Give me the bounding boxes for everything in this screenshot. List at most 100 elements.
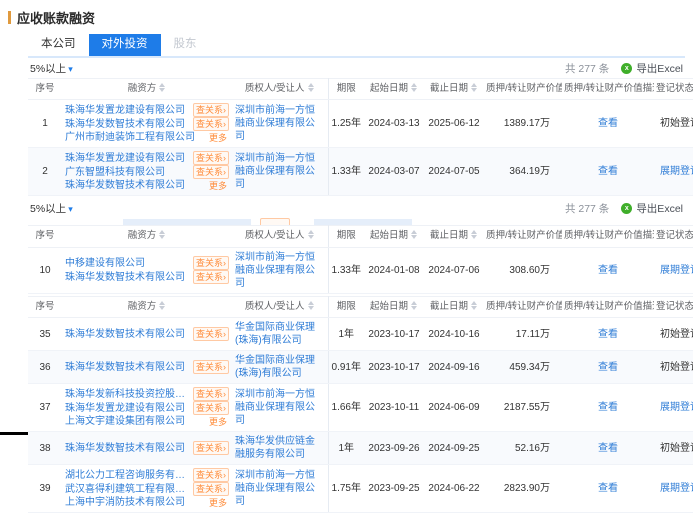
financier-link[interactable]: 珠海华发数智技术有限公司 [65, 118, 185, 131]
pledgee-link[interactable]: 深圳市前海一方恒融商业保理有限公司 [235, 153, 315, 190]
check-relation-tag[interactable]: 查关系› [193, 165, 229, 179]
financier-link[interactable]: 上海文宇建设集团有限公司 [65, 415, 185, 428]
value-cell: 459.34万 [484, 351, 562, 384]
financier-link[interactable]: 珠海华发数智技术有限公司 [65, 179, 185, 192]
check-relation-tag[interactable]: 查关系› [193, 151, 229, 165]
table-section: 序号融资方质权人/受让人期限起始日期截止日期质押/转让财产价值质押/转让财产价值… [28, 296, 685, 513]
financier-link[interactable]: 珠海华发置龙建设有限公司 [65, 402, 185, 415]
sort-icon[interactable] [471, 301, 478, 310]
sort-icon[interactable] [308, 301, 315, 310]
sort-icon[interactable] [159, 230, 166, 239]
financier-link[interactable]: 武汉喜得利建筑工程有限公司 [65, 483, 190, 496]
view-link[interactable]: 查看 [598, 265, 618, 276]
sort-icon[interactable] [411, 230, 418, 239]
table-header-row: 序号融资方质权人/受让人期限起始日期截止日期质押/转让财产价值质押/转让财产价值… [28, 296, 693, 317]
view-link[interactable]: 查看 [598, 483, 618, 494]
view-link[interactable]: 查看 [598, 443, 618, 454]
export-excel-button[interactable]: x导出Excel [621, 61, 683, 76]
value-desc-cell: 查看 [562, 148, 654, 196]
start-date-cell: 2024-03-13 [364, 100, 424, 148]
table-row: 2珠海华发置龙建设有限公司查关系›广东智盟科技有限公司查关系›珠海华发数智技术有… [28, 148, 693, 196]
financier-link[interactable]: 中移建设有限公司 [65, 257, 145, 270]
financiers-cell: 珠海华发置龙建设有限公司查关系› 广东智盟科技有限公司 查关系› 珠海华发数智技术有限… [62, 148, 232, 196]
tab-outbound-investment[interactable]: 对外投资 [89, 34, 161, 56]
financier-link[interactable]: 珠海华发数智技术有限公司 [65, 442, 185, 455]
more-link[interactable]: 更多 [207, 180, 229, 192]
row-seq: 37 [28, 384, 62, 432]
table-row: 10中移建设有限公司查关系›珠海华发数智技术有限公司查关系›深圳市前海一方恒融商… [28, 247, 693, 293]
check-relation-tag[interactable]: 查关系› [193, 360, 229, 374]
value-cell: 364.19万 [484, 148, 562, 196]
financier-link[interactable]: 珠海华发数智技术有限公司 [65, 328, 185, 341]
total-count: 共 277 条 [565, 201, 609, 216]
check-relation-tag[interactable]: 查关系› [193, 256, 229, 270]
check-relation-tag[interactable]: 查关系› [193, 401, 229, 415]
check-relation-tag[interactable]: 查关系› [193, 327, 229, 341]
check-relation-tag[interactable]: 查关系› [193, 468, 229, 482]
sort-icon[interactable] [411, 301, 418, 310]
export-excel-button[interactable]: x导出Excel [621, 201, 683, 216]
check-relation-tag[interactable]: 查关系› [193, 270, 229, 284]
tab-shareholder: 股东 [161, 34, 210, 56]
financier-link[interactable]: 广州市耐迪装饰工程有限公司 [65, 131, 195, 144]
sort-icon[interactable] [471, 83, 478, 92]
term-cell: 1.33年 [328, 148, 364, 196]
financier-line: 珠海华发数智技术有限公司查关系› [65, 441, 229, 455]
pledgee-link[interactable]: 华金国际商业保理(珠海)有限公司 [235, 322, 315, 346]
financier-link[interactable]: 珠海华发数智技术有限公司 [65, 361, 185, 374]
table-row: 1珠海华发置龙建设有限公司查关系›珠海华发数智技术有限公司查关系›广州市耐迪装饰… [28, 100, 693, 148]
pledgee-link[interactable]: 珠海华发供应链金融服务有限公司 [235, 436, 315, 460]
column-header: 质押/转让财产价值 [484, 226, 562, 247]
sort-icon[interactable] [308, 83, 315, 92]
view-link[interactable]: 查看 [598, 362, 618, 373]
financier-line: 珠海华发数智技术有限公司查关系› [65, 117, 229, 131]
value-desc-cell: 查看 [562, 100, 654, 148]
check-relation-tag[interactable]: 查关系› [193, 103, 229, 117]
content-area: 本公司对外投资股东 5%以上▾共 277 条x导出Excel序号融资方质权人/受… [8, 34, 689, 513]
view-link[interactable]: 查看 [598, 329, 618, 340]
pledgee-link[interactable]: 深圳市前海一方恒融商业保理有限公司 [235, 389, 315, 426]
registration-status[interactable]: 展期登记 [660, 265, 693, 276]
more-link[interactable]: 更多 [207, 497, 229, 509]
more-link[interactable]: 更多 [207, 132, 229, 144]
column-header-label: 质押/转让财产价值 [486, 230, 562, 241]
check-relation-tag[interactable]: 查关系› [193, 387, 229, 401]
financier-link[interactable]: 珠海华发新科技投资控股有限公司 [65, 388, 190, 401]
financiers-cell: 湖北公力工程咨询服务有限公司查关系›武汉喜得利建筑工程有限公司查关系› 上海中宇消… [62, 465, 232, 513]
registration-status[interactable]: 展期登记 [660, 483, 693, 494]
tab-company[interactable]: 本公司 [28, 34, 89, 56]
term-cell: 1.25年 [328, 100, 364, 148]
status-cell: 初始登记 [654, 100, 693, 148]
value-cell: 52.16万 [484, 432, 562, 465]
registration-status[interactable]: 展期登记 [660, 402, 693, 413]
financier-link[interactable]: 珠海华发数智技术有限公司 [65, 271, 185, 284]
value-cell: 1389.17万 [484, 100, 562, 148]
view-link[interactable]: 查看 [598, 166, 618, 177]
view-link[interactable]: 查看 [598, 402, 618, 413]
financier-link[interactable]: 广东智盟科技有限公司 [65, 166, 165, 179]
check-relation-tag[interactable]: 查关系› [193, 117, 229, 131]
registration-status[interactable]: 展期登记 [660, 166, 693, 177]
sort-icon[interactable] [308, 230, 315, 239]
toolbar-right: 共 277 条x导出Excel [565, 61, 683, 76]
financier-link[interactable]: 珠海华发置龙建设有限公司 [65, 152, 185, 165]
row-seq: 38 [28, 432, 62, 465]
financier-line: 湖北公力工程咨询服务有限公司查关系› [65, 468, 229, 482]
check-relation-tag[interactable]: 查关系› [193, 441, 229, 455]
view-link[interactable]: 查看 [598, 118, 618, 129]
pledgee-link[interactable]: 华金国际商业保理(珠海)有限公司 [235, 355, 315, 379]
financier-link[interactable]: 珠海华发置龙建设有限公司 [65, 104, 185, 117]
percent-filter-dropdown[interactable]: 5%以上▾ [30, 201, 73, 216]
more-link[interactable]: 更多 [207, 416, 229, 428]
pledgee-link[interactable]: 深圳市前海一方恒融商业保理有限公司 [235, 470, 315, 507]
sort-icon[interactable] [159, 83, 166, 92]
sort-icon[interactable] [411, 83, 418, 92]
financier-link[interactable]: 上海中宇消防技术有限公司 [65, 496, 185, 509]
pledgee-link[interactable]: 深圳市前海一方恒融商业保理有限公司 [235, 252, 315, 289]
check-relation-tag[interactable]: 查关系› [193, 482, 229, 496]
sort-icon[interactable] [471, 230, 478, 239]
financier-link[interactable]: 湖北公力工程咨询服务有限公司 [65, 469, 190, 482]
pledgee-link[interactable]: 深圳市前海一方恒融商业保理有限公司 [235, 105, 315, 142]
sort-icon[interactable] [159, 301, 166, 310]
percent-filter-dropdown[interactable]: 5%以上▾ [30, 61, 73, 76]
